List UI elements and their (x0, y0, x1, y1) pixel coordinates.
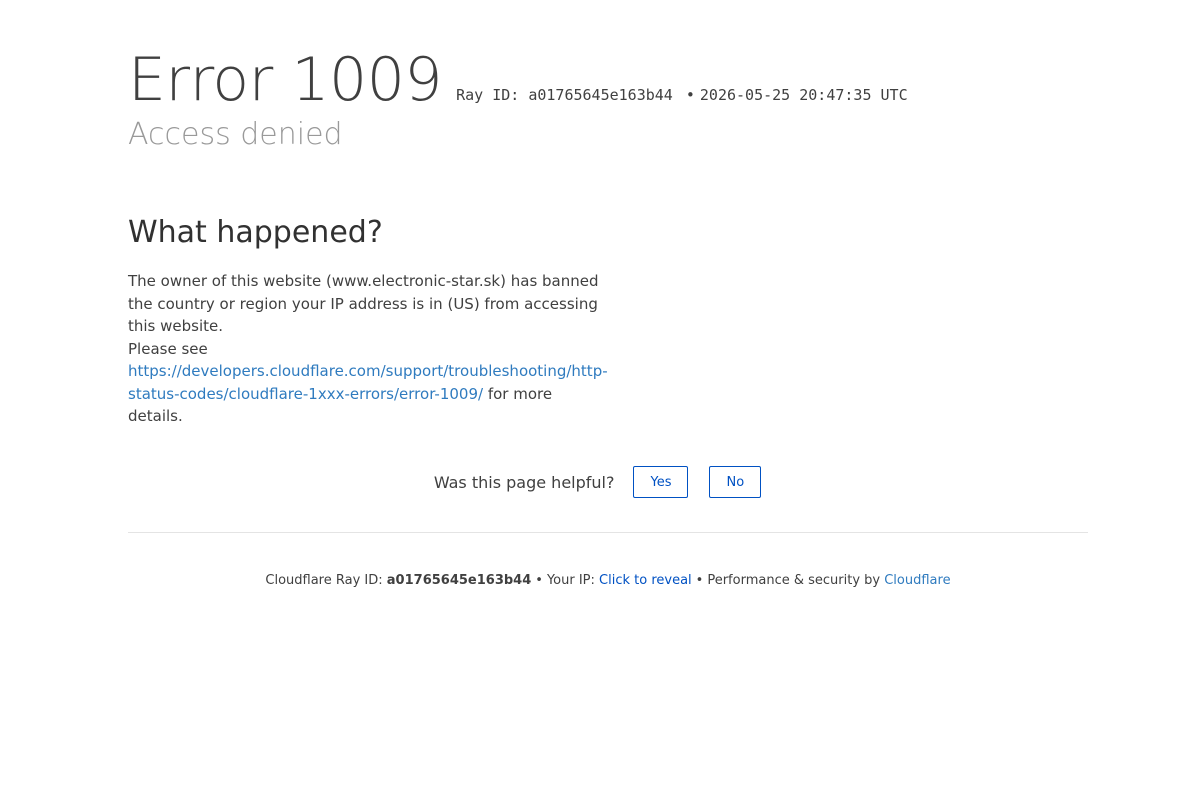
ray-line: Ray ID: a01765645e163b44 • 2026-05-25 20:… (456, 86, 908, 104)
ray-separator: • (685, 86, 695, 104)
feedback-no-button[interactable]: No (709, 466, 762, 498)
footer-divider (128, 532, 1088, 533)
error-header: Error 1009 Ray ID: a01765645e163b44 • 202… (128, 44, 1088, 154)
cloudflare-link[interactable]: Cloudflare (884, 573, 950, 588)
ray-timestamp: 2026-05-25 20:47:35 UTC (699, 86, 908, 104)
footer-dot-1: • (535, 573, 543, 588)
feedback-question: Was this page helpful? (433, 472, 615, 492)
footer: Cloudflare Ray ID: a01765645e163b44 • Your… (0, 573, 1200, 588)
error-title: Error 1009 (128, 45, 443, 115)
ray-id-label: Ray ID: a01765645e163b44 (456, 86, 673, 104)
feedback-bar: Was this page helpful? Yes No (0, 466, 1200, 498)
footer-ip-prefix: Your IP: (546, 573, 595, 588)
please-see-text: Please see (128, 339, 208, 358)
title-row: Error 1009 Ray ID: a01765645e163b44 • 202… (128, 44, 1088, 116)
feedback-yes-button[interactable]: Yes (633, 466, 689, 498)
ban-explanation: The owner of this website (www.electroni… (128, 272, 599, 335)
what-happened-section: What happened? The owner of this website… (128, 212, 608, 428)
error-subtitle: Access denied (128, 117, 343, 152)
footer-dot-2: • (695, 573, 704, 588)
footer-ray-id: a01765645e163b44 (386, 573, 532, 588)
what-happened-body: The owner of this website (www.electroni… (128, 270, 608, 428)
what-happened-heading: What happened? (128, 215, 383, 250)
footer-ray-prefix: Cloudflare Ray ID: (265, 573, 383, 588)
footer-perf-text: Performance & security by (707, 573, 881, 588)
reveal-ip-button[interactable]: Click to reveal (599, 573, 692, 588)
error-page: Error 1009 Ray ID: a01765645e163b44 • 202… (0, 0, 1200, 800)
